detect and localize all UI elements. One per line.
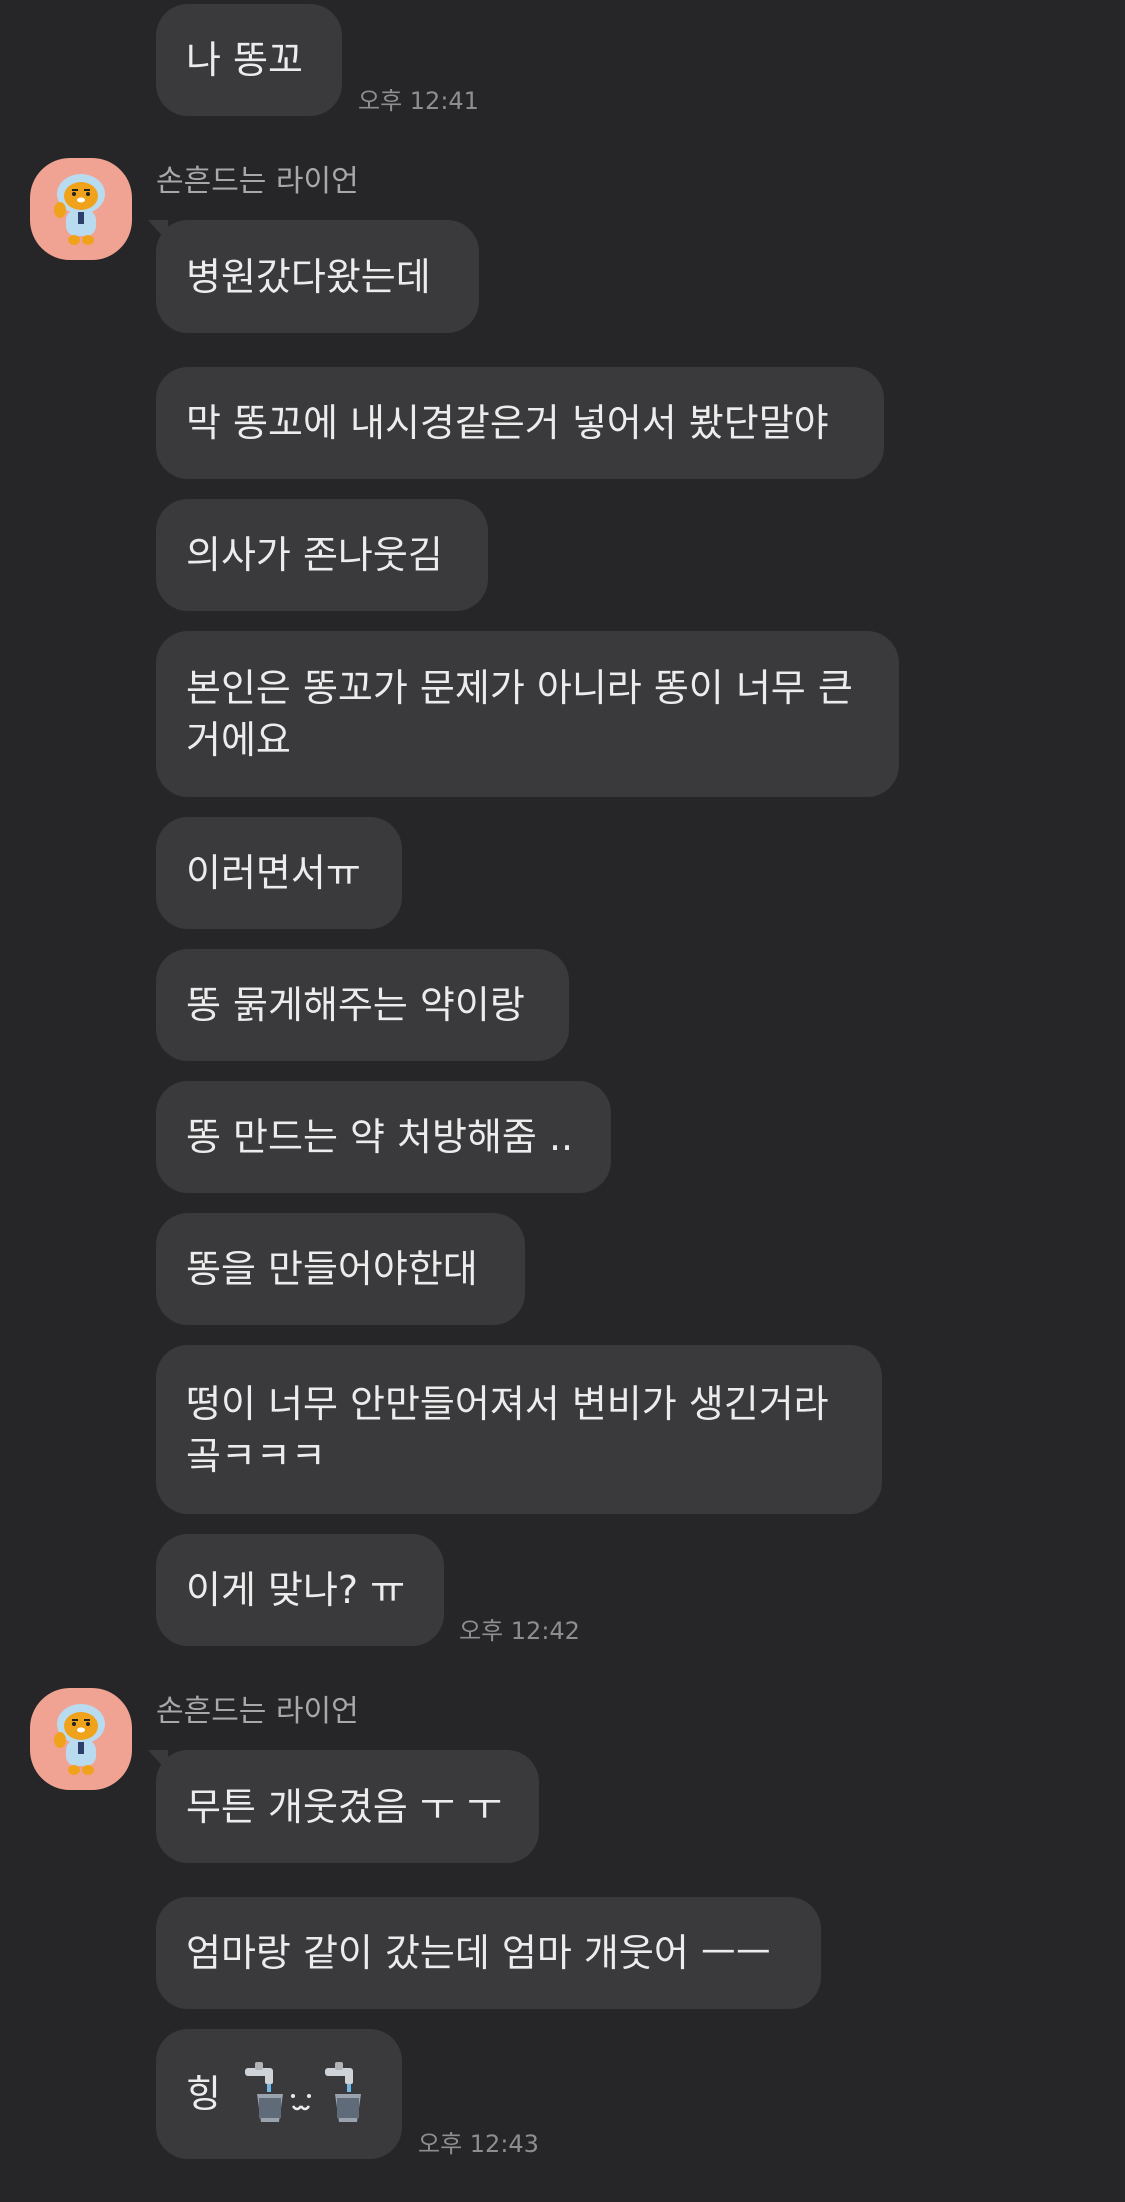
message-bubble[interactable]: 이러면서ㅠ <box>156 817 402 929</box>
message-text: 힝 <box>186 2072 221 2116</box>
message-bubble[interactable]: 나 똥꼬 <box>156 4 342 116</box>
message-bubble[interactable]: 무튼 개웃겼음 ㅜ ㅜ <box>148 1750 539 1863</box>
message-bubble[interactable]: 힝 <box>156 2029 402 2159</box>
message-bubble[interactable]: 똥을 만들어야한대 <box>156 1213 525 1325</box>
message-bubble[interactable]: 본인은 똥꼬가 문제가 아니라 똥이 너무 큰 거에요 <box>156 631 899 797</box>
message-text: 이러면서ㅠ <box>186 851 361 895</box>
message-text: 병원갔다왔는데 <box>186 254 431 299</box>
message-bubble[interactable]: 병원갔다왔는데 <box>148 220 479 333</box>
sender-name: 손흔드는 라이언 <box>156 1694 359 1729</box>
faucet-emoji-icon <box>244 2062 361 2122</box>
message-timestamp: 오후 12:41 <box>358 87 479 115</box>
message-bubble[interactable]: 똥 묽게해주는 약이랑 <box>156 949 569 1061</box>
message-bubble[interactable]: 엄마랑 같이 갔는데 엄마 개웃어 ㅡㅡ <box>156 1897 821 2009</box>
message-text: 의사가 존나웃김 <box>186 533 443 577</box>
message-bubble[interactable]: 떵이 너무 안만들어져서 변비가 생긴거라 곸ㅋㅋㅋ <box>156 1345 882 1514</box>
message-bubble[interactable]: 똥 만드는 약 처방해줌 .. <box>156 1081 611 1193</box>
message-bubble[interactable]: 이게 맞나? ㅠ <box>156 1534 444 1646</box>
message-text-line: 본인은 똥꼬가 문제가 아니라 똥이 너무 큰 <box>186 666 853 710</box>
message-bubble[interactable]: 의사가 존나웃김 <box>156 499 488 611</box>
ryan-character-icon <box>54 1704 105 1775</box>
message-timestamp: 오후 12:42 <box>459 1617 580 1645</box>
message-text: 엄마랑 같이 갔는데 엄마 개웃어 ㅡㅡ <box>186 1931 771 1975</box>
message-text-line: 거에요 <box>186 718 291 762</box>
message-text: 똥 만드는 약 처방해줌 .. <box>186 1115 574 1159</box>
message-text: 나 똥꼬 <box>186 38 303 82</box>
message-timestamp: 오후 12:43 <box>418 2130 539 2158</box>
message-text-line: 곸ㅋㅋㅋ <box>186 1433 326 1478</box>
avatar[interactable] <box>30 158 132 260</box>
ryan-character-icon <box>54 174 105 245</box>
message-text: 막 똥꼬에 내시경같은거 넣어서 봤단말야 <box>186 401 829 445</box>
avatar[interactable] <box>30 1688 132 1790</box>
message-text: 똥을 만들어야한대 <box>186 1247 478 1291</box>
message-text: 이게 맞나? ㅠ <box>186 1568 406 1612</box>
message-text: 똥 묽게해주는 약이랑 <box>186 983 525 1027</box>
message-text-line: 떵이 너무 안만들어져서 변비가 생긴거라 <box>186 1381 829 1426</box>
message-bubble[interactable]: 막 똥꼬에 내시경같은거 넣어서 봤단말야 <box>156 367 884 479</box>
sender-name: 손흔드는 라이언 <box>156 164 359 199</box>
message-text: 무튼 개웃겼음 ㅜ ㅜ <box>186 1784 502 1829</box>
